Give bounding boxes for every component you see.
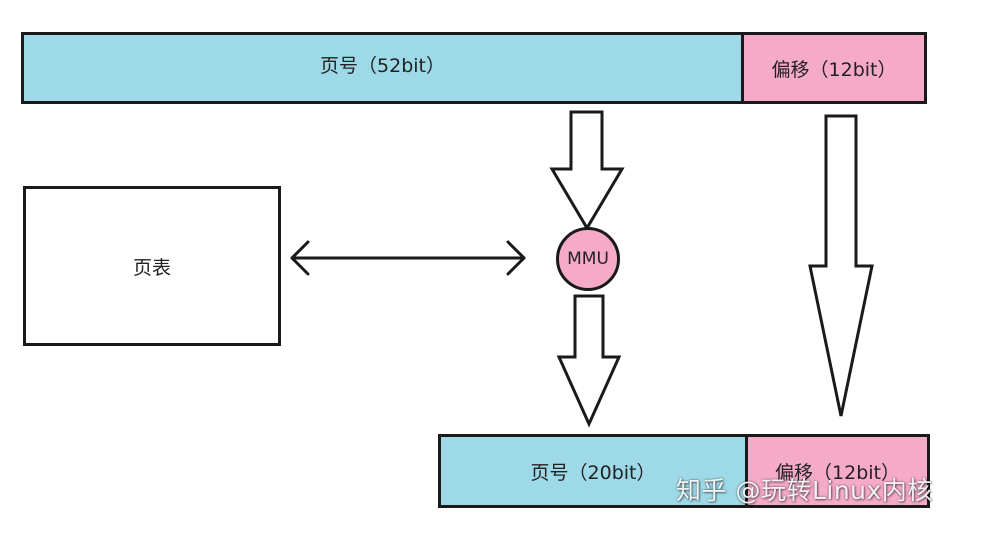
offset-passthrough-arrow [808,114,874,417]
mmu-label: MMU [567,249,609,269]
watermark-text: 知乎 @玩转Linux内核 [676,476,933,505]
page-number-to-mmu-arrow [549,110,625,231]
page-table-mmu-double-arrow [290,240,526,276]
mmu-circle: MMU [556,227,620,291]
mmu-to-bottom-arrow [556,294,622,428]
arrows-layer [290,110,874,428]
